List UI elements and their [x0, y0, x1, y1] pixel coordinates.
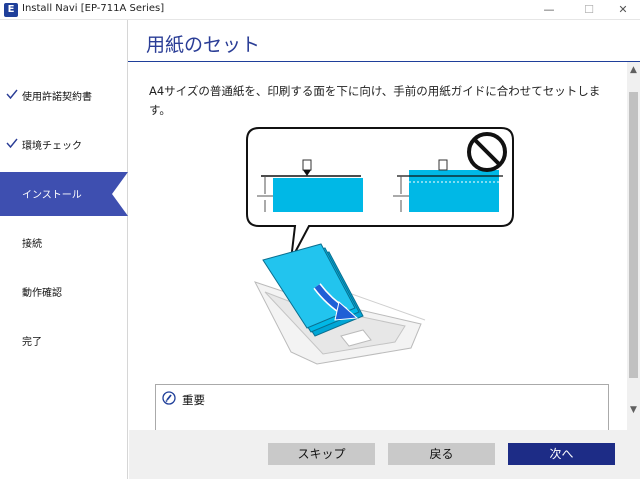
check-icon	[6, 89, 18, 100]
footer-bar: スキップ 戻る 次へ	[129, 430, 640, 479]
title-bar: E Install Navi [EP-711A Series] — ☐ ✕	[0, 0, 640, 20]
instruction-text: A4サイズの普通紙を、印刷する面を下に向け、手前の用紙ガイドに合わせてセットしま…	[149, 84, 601, 117]
content-area: A4サイズの普通紙を、印刷する面を下に向け、手前の用紙ガイドに合わせてセットしま…	[129, 62, 627, 430]
step-label: 使用許諾契約書	[22, 92, 92, 103]
app-icon: E	[4, 3, 18, 17]
step-label: 接続	[22, 239, 42, 250]
important-icon	[162, 391, 176, 405]
step-label: 環境チェック	[22, 141, 82, 152]
back-button[interactable]: 戻る	[388, 443, 495, 465]
important-notice-box: 重要	[155, 384, 609, 430]
scroll-thumb[interactable]	[629, 92, 638, 378]
check-icon	[6, 138, 18, 149]
step-label: 動作確認	[22, 288, 62, 299]
skip-button[interactable]: スキップ	[268, 443, 375, 465]
vertical-scrollbar[interactable]: ▲ ▼	[627, 62, 640, 430]
close-button[interactable]: ✕	[600, 0, 640, 20]
page-title: 用紙のセット	[146, 34, 261, 56]
step-complete: 完了	[0, 319, 128, 363]
notice-label: 重要	[182, 393, 205, 407]
scroll-up-arrow-icon[interactable]: ▲	[627, 64, 640, 76]
step-connection: 接続	[0, 221, 128, 265]
step-label: インストール	[22, 190, 82, 201]
step-install: インストール	[0, 172, 128, 216]
step-environment-check: 環境チェック	[0, 123, 128, 167]
paper-loading-illustration	[246, 127, 514, 365]
next-button[interactable]: 次へ	[508, 443, 615, 465]
step-operation-check: 動作確認	[0, 270, 128, 314]
step-label: 完了	[22, 337, 42, 348]
step-sidebar: 使用許諾契約書 環境チェック インストール 接続 動作確認 完了	[0, 20, 128, 479]
step-license: 使用許諾契約書	[0, 74, 128, 118]
prohibited-icon	[467, 132, 507, 172]
window-title: Install Navi [EP-711A Series]	[22, 3, 165, 14]
scroll-down-arrow-icon[interactable]: ▼	[627, 404, 640, 416]
